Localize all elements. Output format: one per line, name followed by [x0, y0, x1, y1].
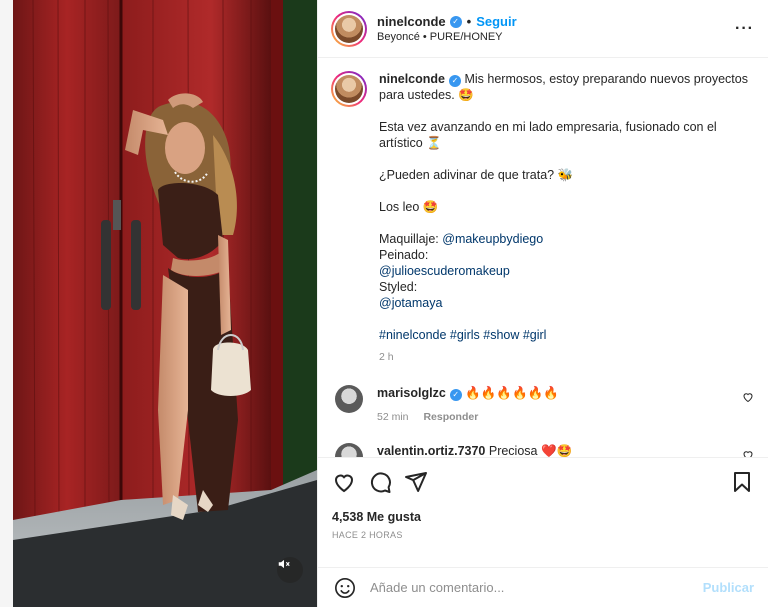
more-options-icon[interactable]: ··· [735, 20, 754, 38]
muted-speaker-icon [278, 559, 290, 569]
post-actions: 4,538 Me gusta HACE 2 HORAS [318, 457, 768, 567]
post-header: ninelconde ✓ • Seguir Beyoncé • PURE/HON… [318, 0, 768, 58]
commenter-username[interactable]: marisolglzc [377, 386, 446, 400]
add-comment-bar: Publicar [318, 567, 768, 607]
likes-count[interactable]: 4,538 Me gusta [332, 510, 754, 524]
post-caption: ninelconde ✓ Mis hermosos, estoy preparan… [331, 71, 754, 365]
credit-label: Styled: [379, 280, 418, 294]
audio-info[interactable]: Beyoncé • PURE/HONEY [377, 31, 735, 43]
caption-username[interactable]: ninelconde [379, 72, 445, 86]
comment-text: 🔥🔥🔥🔥🔥🔥 [465, 386, 559, 400]
separator-dot: • [466, 14, 472, 29]
caption-author-avatar[interactable] [331, 71, 367, 107]
share-paper-plane-icon[interactable] [404, 470, 428, 494]
credit-label: Peinado: [379, 248, 429, 262]
caption-line: ¿Pueden adivinar de que trata? 🐝 [379, 168, 574, 182]
credit-link[interactable]: @jotamaya [379, 296, 442, 310]
comment-item: valentin.ortiz.7370 Preciosa ❤️🤩 [331, 443, 754, 457]
publish-button[interactable]: Publicar [703, 580, 754, 595]
verified-badge-icon: ✓ [448, 75, 461, 87]
mute-button[interactable] [277, 557, 303, 583]
commenter-username[interactable]: valentin.ortiz.7370 [377, 444, 485, 457]
comment-time[interactable]: 52 min [377, 411, 409, 423]
verified-badge-icon: ✓ [449, 389, 462, 401]
credit-link[interactable]: @julioescuderomakeup [379, 264, 510, 278]
author-avatar[interactable] [331, 10, 367, 47]
comment-item: marisolglzc ✓ 🔥🔥🔥🔥🔥🔥 52 min Responder [331, 385, 754, 425]
caption-line: Esta vez avanzando en mi lado empresaria… [379, 120, 717, 150]
commenter-avatar[interactable] [335, 443, 363, 457]
like-heart-icon[interactable] [332, 470, 356, 494]
post-timestamp[interactable]: HACE 2 HORAS [332, 530, 754, 540]
comment-input[interactable] [370, 580, 703, 595]
comments-section[interactable]: ninelconde ✓ Mis hermosos, estoy preparan… [318, 58, 768, 457]
commenter-avatar[interactable] [335, 385, 363, 413]
save-bookmark-icon[interactable] [730, 470, 754, 494]
caption-time[interactable]: 2 h [379, 349, 749, 365]
comment-text: Preciosa ❤️🤩 [488, 444, 573, 457]
credit-label: Maquillaje: [379, 232, 439, 246]
hashtags[interactable]: #ninelconde #girls #show #girl [379, 327, 749, 343]
emoji-smiley-icon[interactable] [334, 577, 356, 599]
credit-link[interactable]: @makeupbydiego [442, 232, 543, 246]
page-edge [0, 0, 13, 607]
follow-button[interactable]: Seguir [476, 14, 516, 29]
verified-badge-icon: ✓ [449, 15, 462, 28]
caption-line: Los leo 🤩 [379, 200, 439, 214]
like-comment-heart-icon[interactable] [742, 449, 754, 457]
like-comment-heart-icon[interactable] [742, 391, 754, 403]
post-modal: ninelconde ✓ • Seguir Beyoncé • PURE/HON… [0, 0, 768, 607]
video-frame-image [13, 0, 317, 607]
post-video[interactable] [13, 0, 317, 607]
reply-button[interactable]: Responder [423, 411, 478, 423]
author-username[interactable]: ninelconde [377, 14, 446, 29]
comment-bubble-icon[interactable] [368, 470, 392, 494]
post-side-panel: ninelconde ✓ • Seguir Beyoncé • PURE/HON… [317, 0, 768, 607]
